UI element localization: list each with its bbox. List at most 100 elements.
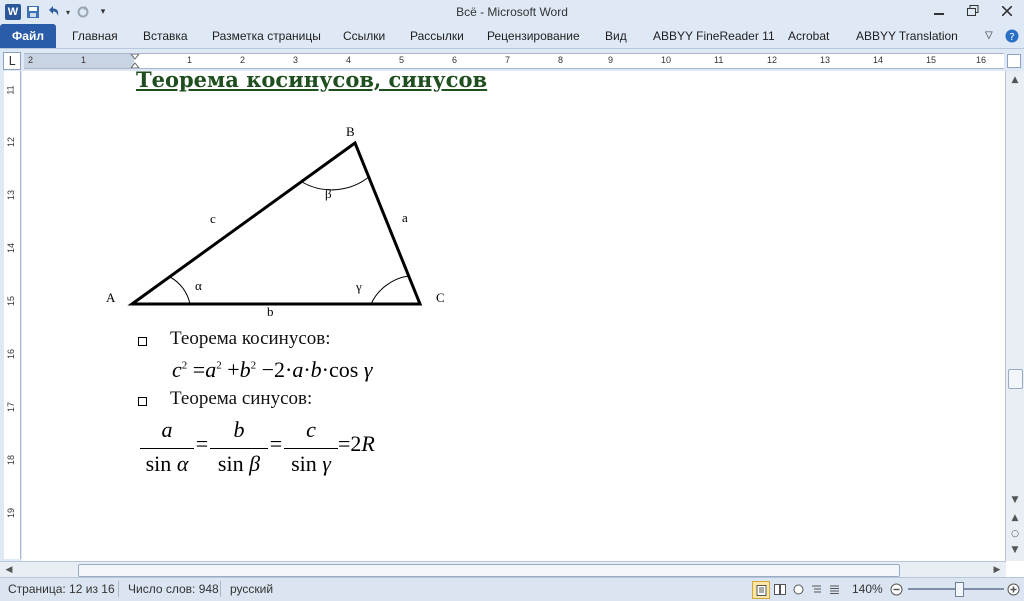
vruler-number: 12: [6, 136, 17, 148]
previous-page-icon[interactable]: ▲: [1008, 511, 1022, 525]
vruler-number: 19: [6, 507, 17, 519]
side-c-label: c: [210, 211, 216, 226]
side-a-label: a: [402, 210, 408, 225]
tab-home[interactable]: Главная: [72, 24, 118, 48]
sine-den-a: sin α: [145, 451, 189, 476]
zoom-level[interactable]: 140%: [852, 582, 883, 596]
status-language[interactable]: русский: [230, 582, 273, 596]
sine-result: =2R: [338, 431, 375, 456]
scroll-right-icon[interactable]: ▶: [990, 563, 1004, 577]
tab-stop-selector-icon[interactable]: L: [3, 52, 21, 70]
svg-text:?: ?: [1009, 32, 1014, 43]
vruler-number: 14: [6, 242, 17, 254]
tab-review[interactable]: Рецензирование: [487, 24, 580, 48]
next-page-icon[interactable]: ▼: [1008, 543, 1022, 557]
tab-abbyy-translation[interactable]: ABBYY Translation: [856, 24, 958, 48]
document-page[interactable]: Теорема косинусов, синусов A B C a b c α…: [22, 71, 1006, 561]
scroll-up-icon[interactable]: ▲: [1008, 73, 1022, 87]
scroll-left-icon[interactable]: ◀: [2, 563, 16, 577]
vruler-number: 18: [6, 454, 17, 466]
horizontal-ruler[interactable]: 2 1 1 2 3 4 5 6 7 8 9 10 11 12 13 14 15 …: [24, 53, 1004, 69]
ruler-number: 16: [976, 55, 987, 65]
angle-beta-arc: [301, 175, 371, 191]
tab-file[interactable]: Файл: [0, 24, 56, 48]
ruler-number: 13: [820, 55, 831, 65]
vertex-c-label: C: [436, 290, 445, 305]
tab-page-layout[interactable]: Разметка страницы: [212, 24, 321, 48]
window-title: Всё - Microsoft Word: [456, 5, 568, 19]
vruler-number: 15: [6, 295, 17, 307]
outline-view-icon[interactable]: [808, 581, 824, 597]
ribbon-tabs: Файл Главная Вставка Разметка страницы С…: [0, 24, 1024, 49]
title-bar: W ▾ ▾ Всё - Microsoft Word: [0, 0, 1024, 24]
vertical-scrollbar[interactable]: ▲ ▼ ▲ ○ ▼: [1005, 71, 1024, 561]
ruler-number: 11: [714, 55, 724, 65]
vruler-number: 17: [6, 401, 17, 413]
status-page-number[interactable]: Страница: 12 из 16: [8, 582, 115, 596]
ruler-number: 5: [399, 55, 405, 65]
zoom-in-icon[interactable]: [1005, 581, 1021, 597]
status-bar: Страница: 12 из 16 Число слов: 948 русск…: [0, 577, 1024, 601]
scroll-down-icon[interactable]: ▼: [1008, 493, 1022, 507]
tab-acrobat[interactable]: Acrobat: [788, 24, 829, 48]
vruler-number: 13: [6, 189, 17, 201]
horizontal-ruler-bar: L 2 1 1 2 3 4 5 6 7 8 9 10 11 12 13 14 1…: [0, 49, 1024, 71]
web-layout-icon[interactable]: [790, 581, 806, 597]
help-icon[interactable]: ?: [1005, 24, 1019, 48]
tab-insert[interactable]: Вставка: [143, 24, 188, 48]
angle-gamma-label: γ: [356, 279, 362, 294]
bullet-icon: [138, 397, 147, 406]
sine-num-a: a: [161, 417, 173, 442]
vruler-number: 11: [5, 85, 16, 95]
tab-view[interactable]: Вид: [605, 24, 627, 48]
angle-alpha-arc: [169, 276, 191, 305]
sine-eq-1: =: [195, 431, 209, 456]
ruler-number: 7: [505, 55, 511, 65]
ruler-number: 1: [81, 55, 87, 65]
bullet-cosine-theorem: Теорема косинусов:: [170, 328, 331, 349]
draft-view-icon[interactable]: [826, 581, 842, 597]
tab-abbyy-finereader[interactable]: ABBYY FineReader 11: [653, 24, 775, 48]
horizontal-scrollbar[interactable]: ◀ ▶: [0, 561, 1006, 578]
browse-object-icon[interactable]: ○: [1008, 527, 1022, 541]
vruler-number: 16: [6, 348, 17, 360]
side-b-label: b: [267, 304, 274, 319]
vertical-ruler[interactable]: 11 12 13 14 15 16 17 18 19: [4, 71, 21, 559]
sine-num-b: b: [233, 417, 245, 442]
ruler-number: 12: [767, 55, 778, 65]
vertex-a-label: A: [106, 290, 116, 305]
status-word-count[interactable]: Число слов: 948: [128, 582, 219, 596]
view-ruler-icon[interactable]: [1007, 54, 1021, 68]
minimize-button[interactable]: [922, 0, 956, 22]
ruler-number: 8: [558, 55, 564, 65]
angle-gamma-arc: [370, 275, 409, 305]
zoom-out-icon[interactable]: [888, 581, 904, 597]
ribbon-expand-icon[interactable]: ▽: [985, 24, 993, 48]
vertical-scroll-thumb[interactable]: [1008, 369, 1023, 389]
indent-marker-icon[interactable]: [130, 54, 140, 68]
ruler-number: 15: [926, 55, 937, 65]
ruler-number: 2: [240, 55, 246, 65]
tab-mailings[interactable]: Рассылки: [410, 24, 464, 48]
zoom-slider-thumb[interactable]: [955, 582, 964, 597]
cosine-formula: c2 =a2 +b2 −2·a·b·cos γ: [172, 357, 373, 382]
full-screen-reading-icon[interactable]: [772, 581, 788, 597]
ruler-number: 3: [293, 55, 299, 65]
bullet-icon: [138, 337, 147, 346]
bullet-sine-theorem: Теорема синусов:: [170, 388, 313, 409]
horizontal-scroll-thumb[interactable]: [78, 564, 900, 577]
ruler-number: 10: [661, 55, 672, 65]
ruler-number: 14: [873, 55, 884, 65]
ruler-number: 6: [452, 55, 458, 65]
angle-beta-label: β: [325, 186, 332, 201]
ruler-number: 9: [608, 55, 614, 65]
sine-num-c: c: [306, 417, 316, 442]
close-button[interactable]: [990, 0, 1024, 22]
ruler-number: 4: [346, 55, 352, 65]
tab-references[interactable]: Ссылки: [343, 24, 385, 48]
sine-den-b: sin β: [217, 451, 261, 476]
angle-alpha-label: α: [195, 278, 202, 293]
restore-button[interactable]: [956, 0, 990, 22]
ruler-number: 1: [187, 55, 193, 65]
print-layout-icon[interactable]: [752, 581, 770, 599]
